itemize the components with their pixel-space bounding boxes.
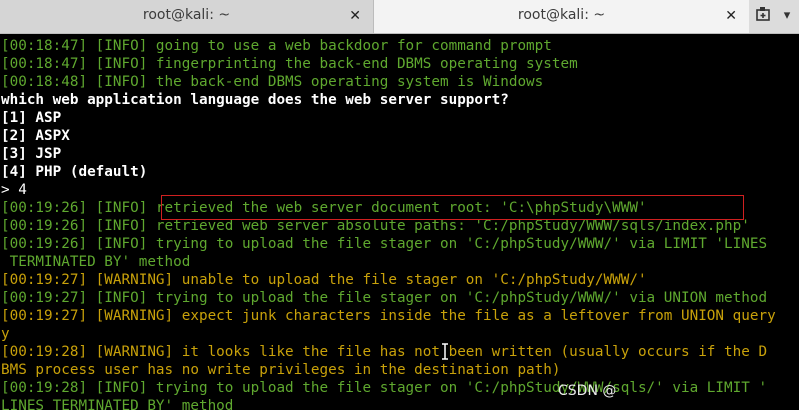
chevron-down-icon: ▾ <box>783 8 791 23</box>
option-line: [1] ASP <box>1 110 62 126</box>
warning-line: [00:19:28] [WARNING] it looks like the f… <box>1 344 768 360</box>
highlight-box <box>161 195 744 220</box>
option-line: [2] ASPX <box>1 128 70 144</box>
option-line: [4] PHP (default) <box>1 164 148 180</box>
prompt-question: which web application language does the … <box>1 92 509 108</box>
tab-title: root@kali: ~ <box>517 7 606 23</box>
tab-bar: root@kali: ~ ✕ root@kali: ~ ✕ ▾ <box>0 0 799 34</box>
new-tab-button[interactable] <box>752 5 776 27</box>
close-icon[interactable]: ✕ <box>725 6 737 26</box>
warning-line: BMS process user has no write privileges… <box>1 362 561 378</box>
log-line: [00:19:27] [INFO] trying to upload the f… <box>1 290 768 306</box>
menu-button[interactable]: ▾ <box>776 5 798 27</box>
watermark: CSDN @ <box>558 383 617 399</box>
log-line: [00:18:47] [INFO] fingerprinting the bac… <box>1 56 578 72</box>
terminal-output[interactable]: [00:18:47] [INFO] going to use a web bac… <box>1 37 799 410</box>
tab-terminal-2[interactable]: root@kali: ~ ✕ <box>374 0 749 33</box>
warning-line: [00:19:27] [WARNING] expect junk charact… <box>1 308 776 324</box>
warning-line: [00:19:27] [WARNING] unable to upload th… <box>1 272 647 288</box>
new-tab-icon <box>756 7 770 21</box>
log-line: [00:18:47] [INFO] going to use a web bac… <box>1 38 552 54</box>
log-line: [00:18:48] [INFO] the back-end DBMS oper… <box>1 74 544 90</box>
warning-line: y <box>1 326 10 342</box>
tab-title: root@kali: ~ <box>142 7 231 23</box>
tab-terminal-1[interactable]: root@kali: ~ ✕ <box>0 0 374 33</box>
option-line: [3] JSP <box>1 146 62 162</box>
log-line: TERMINATED BY' method <box>1 254 191 270</box>
close-icon[interactable]: ✕ <box>349 6 361 26</box>
log-line: [00:19:28] [INFO] trying to upload the f… <box>1 380 768 396</box>
log-line: [00:19:26] [INFO] trying to upload the f… <box>1 236 768 252</box>
text-cursor-icon <box>442 343 448 360</box>
log-line: LINES TERMINATED BY' method <box>1 398 234 410</box>
